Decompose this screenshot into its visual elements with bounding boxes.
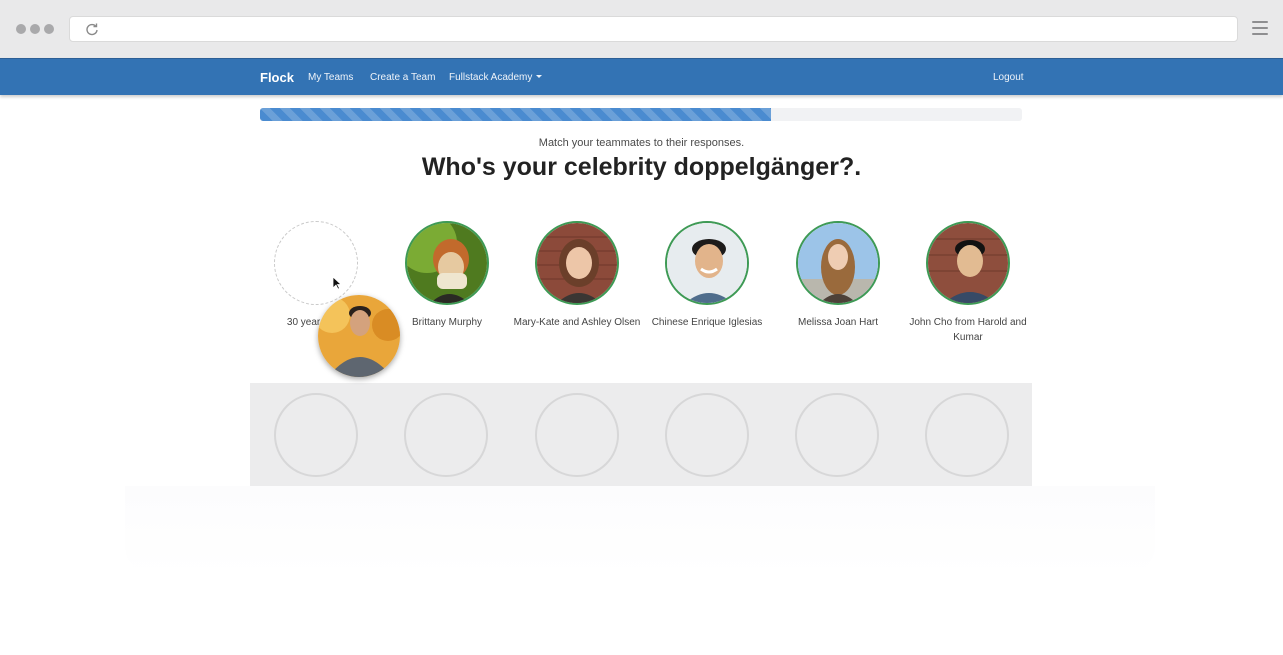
teammate-avatar[interactable] xyxy=(926,221,1010,305)
celebrity-label: Mary-Kate and Ashley Olsen xyxy=(513,317,641,328)
caret-down-icon xyxy=(536,75,543,78)
hamburger-menu-icon[interactable] xyxy=(1252,21,1268,35)
teammate-slot[interactable] xyxy=(535,393,619,477)
teammate-avatar[interactable] xyxy=(665,221,749,305)
browser-toolbar xyxy=(0,0,1283,58)
app-navbar: Flock My Teams Create a Team Fullstack A… xyxy=(0,58,1283,95)
teammate-slot[interactable] xyxy=(665,393,749,477)
celebrity-card: John Cho from Harold and Kumar xyxy=(898,221,1038,345)
quiz-instructions: Match your teammates to their responses. xyxy=(538,137,745,149)
teammate-slot[interactable] xyxy=(925,393,1009,477)
dragged-teammate-avatar[interactable] xyxy=(318,295,400,377)
brand-link[interactable]: Flock xyxy=(260,70,294,85)
nav-team-dropdown[interactable]: Fullstack Academy xyxy=(449,72,543,83)
question-title: Who's your celebrity doppelgänger?. xyxy=(421,153,862,181)
teammate-slot[interactable] xyxy=(274,393,358,477)
celebrity-card: Brittany Murphy xyxy=(377,221,517,330)
celebrity-card: Mary-Kate and Ashley Olsen xyxy=(507,221,647,330)
nav-team-dropdown-label: Fullstack Academy xyxy=(449,72,533,83)
reload-icon[interactable] xyxy=(85,22,99,36)
celebrity-card: Melissa Joan Hart xyxy=(768,221,908,330)
nav-create-team[interactable]: Create a Team xyxy=(370,72,435,83)
address-bar[interactable] xyxy=(69,16,1238,42)
window-minimize-dot[interactable] xyxy=(30,24,40,34)
celebrity-label: John Cho from Harold and Kumar xyxy=(909,317,1027,343)
window-maximize-dot[interactable] xyxy=(44,24,54,34)
teammate-avatar[interactable] xyxy=(796,221,880,305)
quiz-progress-bar xyxy=(260,108,1022,121)
teammate-avatar[interactable] xyxy=(535,221,619,305)
celebrity-card: Chinese Enrique Iglesias xyxy=(637,221,777,330)
teammate-slot[interactable] xyxy=(795,393,879,477)
teammate-drop-zone[interactable] xyxy=(250,383,1032,486)
nav-my-teams[interactable]: My Teams xyxy=(308,72,353,83)
progress-fill xyxy=(260,108,771,121)
teammate-slot[interactable] xyxy=(404,393,488,477)
celebrity-label: Chinese Enrique Iglesias xyxy=(651,317,763,328)
logout-link[interactable]: Logout xyxy=(993,72,1024,83)
celebrity-drop-target[interactable] xyxy=(274,221,358,305)
page-footer-shadow xyxy=(125,486,1155,576)
celebrity-label: Melissa Joan Hart xyxy=(797,317,879,328)
teammate-avatar[interactable] xyxy=(405,221,489,305)
window-close-dot[interactable] xyxy=(16,24,26,34)
mouse-pointer-icon xyxy=(332,276,342,290)
